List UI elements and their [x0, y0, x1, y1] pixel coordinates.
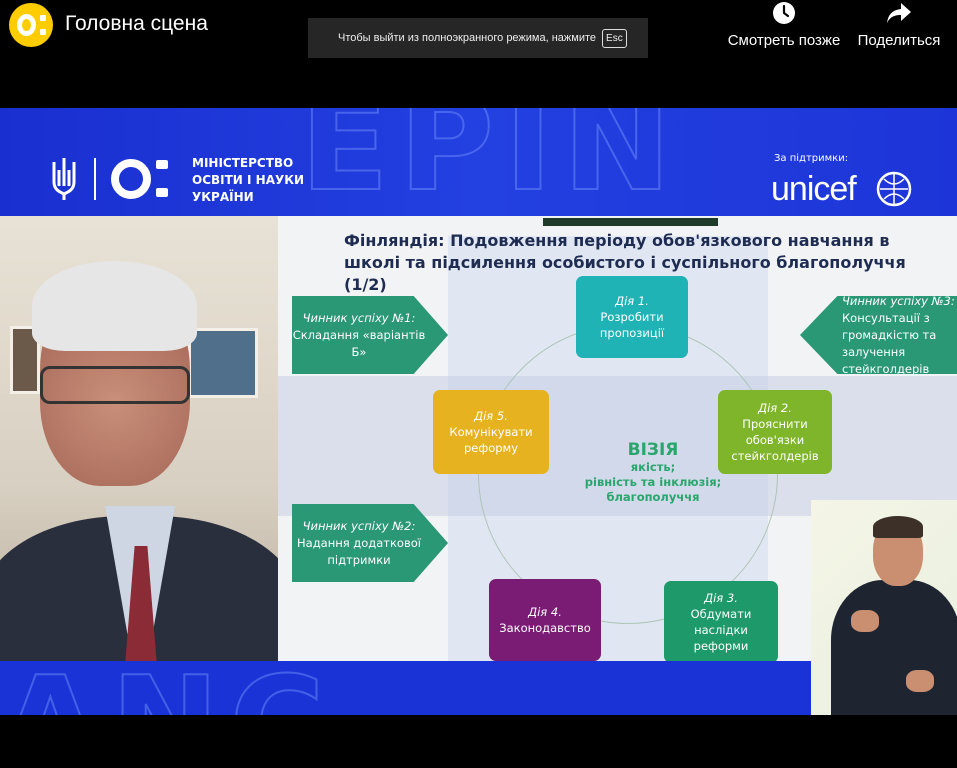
factor-3-arrow: Чинник успіху №3: Консультації з громадк… [800, 296, 957, 374]
ministry-line-2: ОСВІТИ І НАУКИ [192, 173, 305, 187]
trident-emblem-icon [52, 158, 76, 200]
speaker-webcam [0, 216, 278, 661]
action-5-box: Дія 5. Комунікувати реформу [433, 390, 549, 474]
interpreter-hand [851, 610, 879, 632]
factor-1-label: Чинник успіху №1: [302, 310, 416, 325]
header-divider [94, 158, 96, 200]
action-5-text: Комунікувати реформу [449, 425, 533, 455]
clock-icon [773, 2, 795, 24]
action-3-box: Дія 3. Обдумати наслідки реформи [664, 581, 778, 661]
ministry-line-1: МІНІСТЕРСТВО [192, 156, 294, 170]
action-1-text: Розробити пропозиції [599, 310, 665, 340]
vision-title: ВІЗІЯ [627, 440, 679, 460]
ministry-name: МІНІСТЕРСТВО ОСВІТИ І НАУКИ УКРАЇНИ [192, 155, 304, 206]
watch-later-button[interactable]: Смотреть позже [724, 0, 844, 49]
partner-logo-text: unicef [771, 170, 857, 208]
ministry-logo-bars [156, 160, 168, 216]
video-bottom-bar [0, 715, 957, 768]
share-arrow-icon [887, 3, 911, 23]
unicef-emblem-icon [876, 171, 912, 207]
factor-3-text: Консультації з громадкістю та залучення … [842, 310, 937, 376]
support-label: За підтримки: [774, 153, 849, 164]
action-4-label: Дія 4. [528, 605, 562, 619]
video-top-bar: Головна сцена Чтобы выйти из полноэкранн… [0, 0, 957, 108]
esc-key-badge: Esc [602, 28, 627, 48]
interpreter-body [831, 580, 957, 715]
action-4-text: Законодавство [499, 621, 591, 635]
action-5-label: Дія 5. [474, 409, 508, 423]
background-decoration: EPIN [299, 108, 682, 221]
factor-2-label: Чинник успіху №2: [302, 518, 416, 533]
action-3-label: Дія 3. [704, 591, 738, 605]
ministry-line-3: УКРАЇНИ [192, 190, 254, 204]
fullscreen-exit-hint: Чтобы выйти из полноэкранного режима, на… [308, 18, 648, 58]
watch-later-label: Смотреть позже [727, 32, 841, 49]
action-1-box: Дія 1. Розробити пропозиції [576, 276, 688, 358]
vision-line-3: благополуччя [606, 490, 700, 504]
share-button[interactable]: Поделиться [856, 0, 942, 49]
channel-logo-icon[interactable] [9, 3, 53, 47]
speaker-glasses [40, 366, 190, 404]
factor-1-text: Складання «варіантів Б» [292, 327, 426, 359]
action-1-label: Дія 1. [615, 294, 649, 308]
ministry-logo-icon [111, 159, 151, 199]
brand-header: EPIN МІНІСТЕРСТВО ОСВІТИ І НАУКИ УКРАЇНИ… [0, 108, 957, 221]
vision-line-2: рівність та інклюзія; [584, 475, 722, 489]
factor-2-text: Надання додаткової підтримки [297, 535, 421, 567]
sign-language-interpreter [811, 500, 957, 715]
vision-line-1: якість; [630, 460, 676, 474]
action-4-box: Дія 4. Законодавство [489, 579, 601, 661]
speaker-hair [32, 261, 197, 351]
interpreter-hand [906, 670, 934, 692]
video-title[interactable]: Головна сцена [65, 12, 208, 36]
vision-center: ВІЗІЯ якість; рівність та інклюзія; благ… [553, 440, 753, 505]
action-3-text: Обдумати наслідки реформи [690, 607, 752, 653]
wall-picture [188, 328, 258, 398]
share-label: Поделиться [857, 32, 941, 49]
interpreter-hair [873, 516, 923, 538]
screen-share-toolbar [543, 218, 718, 226]
fullscreen-hint-text: Чтобы выйти из полноэкранного режима, на… [338, 32, 597, 44]
video-player[interactable]: EPIN МІНІСТЕРСТВО ОСВІТИ І НАУКИ УКРАЇНИ… [0, 108, 957, 715]
action-2-label: Дія 2. [758, 401, 792, 415]
factor-1-arrow: Чинник успіху №1: Складання «варіантів Б… [292, 296, 448, 374]
